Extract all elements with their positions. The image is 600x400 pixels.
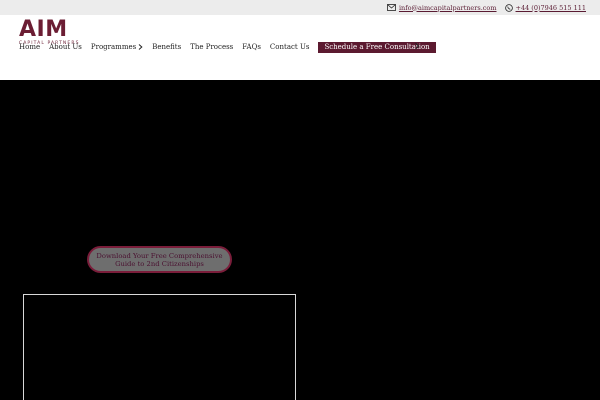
nav-faqs[interactable]: FAQs	[242, 43, 261, 51]
nav-contact-us[interactable]: Contact Us	[270, 43, 310, 51]
main-nav: Home About Us Programmes Benefits The Pr…	[19, 41, 436, 53]
nav-benefits[interactable]: Benefits	[152, 43, 181, 51]
logo-mark: AIM	[19, 17, 68, 42]
chevron-right-icon[interactable]	[414, 42, 420, 50]
email-link[interactable]: info@aimcapitalpartners.com	[387, 4, 497, 12]
nav-programmes[interactable]: Programmes	[91, 43, 143, 51]
chevron-right-icon	[138, 44, 143, 50]
mail-icon	[387, 4, 396, 11]
video-frame[interactable]	[23, 294, 296, 400]
email-text: info@aimcapitalpartners.com	[398, 3, 497, 12]
nav-home[interactable]: Home	[19, 43, 40, 51]
phone-text: +44 (0)7946 515 111	[515, 3, 586, 12]
nav-about-us[interactable]: About Us	[49, 43, 82, 51]
top-contact-bar: info@aimcapitalpartners.com +44 (0)7946 …	[0, 0, 600, 15]
nav-the-process[interactable]: The Process	[190, 43, 233, 51]
whatsapp-icon	[504, 3, 513, 12]
phone-link[interactable]: +44 (0)7946 515 111	[504, 3, 586, 12]
download-guide-button[interactable]: Download Your Free Comprehensive Guide t…	[87, 246, 232, 273]
